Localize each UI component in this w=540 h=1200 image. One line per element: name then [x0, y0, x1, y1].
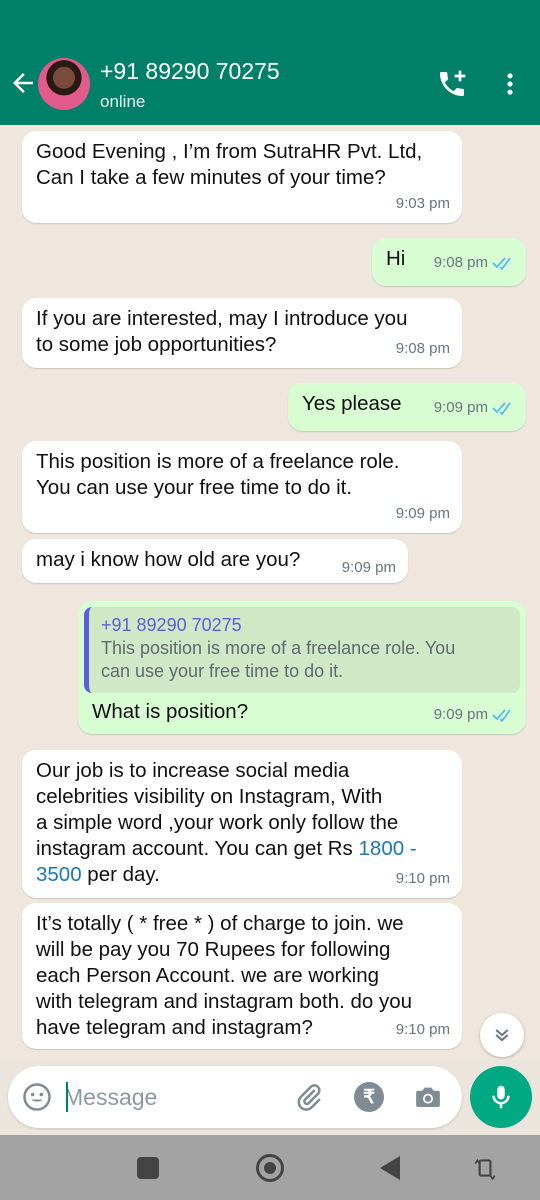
add-call-icon[interactable] — [436, 68, 468, 100]
message-incoming[interactable]: Our job is to increase social media cele… — [22, 750, 462, 898]
message-time: 9:09 pm — [341, 559, 396, 576]
message-text: will be pay you 70 Rupees for following — [36, 938, 391, 961]
message-text: You can use your free time to do it. — [36, 476, 353, 499]
message-outgoing[interactable]: Yes please 9:09 pm — [288, 383, 526, 431]
quoted-sender: +91 89290 70275 — [101, 615, 242, 635]
text-cursor — [66, 1082, 68, 1112]
emoji-icon[interactable] — [22, 1082, 52, 1112]
message-text: with telegram and instagram both. do you — [36, 990, 413, 1013]
read-ticks-icon — [492, 257, 511, 271]
contact-avatar[interactable] — [38, 58, 90, 110]
voice-record-button[interactable] — [470, 1066, 532, 1128]
message-text: to some job opportunities? — [36, 333, 277, 356]
message-time: 9:10 pm — [395, 1021, 450, 1038]
message-time: 9:09 pm — [395, 505, 450, 522]
contact-name[interactable]: +91 89290 70275 — [100, 58, 280, 85]
quoted-text: can use your free time to do it. — [101, 661, 344, 681]
message-time: 9:09 pm — [433, 399, 488, 416]
phone-number-link[interactable]: 3500 — [36, 863, 82, 886]
system-navigation-bar — [0, 1135, 540, 1200]
back-arrow-icon[interactable] — [8, 68, 38, 98]
message-text: celebrities visibility on Instagram, Wit… — [36, 785, 383, 808]
contact-status: online — [100, 92, 146, 111]
message-text: each Person Account. we are working — [36, 964, 379, 987]
message-text: Our job is to increase social media — [36, 759, 350, 782]
message-time: 9:09 pm — [433, 706, 488, 723]
quoted-text: This position is more of a freelance rol… — [101, 638, 456, 658]
read-ticks-icon — [492, 709, 511, 723]
attachment-icon[interactable] — [294, 1082, 324, 1112]
message-time: 9:10 pm — [395, 870, 450, 887]
message-incoming[interactable]: If you are interested, may I introduce y… — [22, 298, 462, 368]
rotate-screen-icon[interactable] — [472, 1155, 498, 1181]
message-text: This position is more of a freelance rol… — [36, 450, 400, 473]
message-text: What is position? — [92, 700, 249, 723]
message-list[interactable]: Good Evening , I’m from SutraHR Pvt. Ltd… — [0, 125, 540, 1060]
message-time: 9:08 pm — [395, 340, 450, 357]
message-time: 9:03 pm — [395, 195, 450, 212]
chat-header: +91 89290 70275 online — [0, 0, 540, 125]
message-input[interactable] — [64, 1079, 284, 1115]
message-incoming[interactable]: It’s totally ( * free * ) of charge to j… — [22, 903, 462, 1049]
message-text: may i know how old are you? — [36, 548, 301, 571]
message-text: per day. — [81, 863, 160, 886]
recent-apps-icon[interactable] — [137, 1157, 159, 1179]
message-text: If you are interested, may I introduce y… — [36, 307, 408, 330]
message-text: Can I take a few minutes of your time? — [36, 166, 386, 189]
microphone-icon — [492, 1085, 510, 1109]
message-time: 9:08 pm — [433, 254, 488, 271]
nav-back-icon[interactable] — [380, 1156, 400, 1180]
message-text: have telegram and instagram? — [36, 1016, 313, 1039]
double-chevron-down-icon — [495, 1029, 509, 1042]
message-incoming[interactable]: may i know how old are you? 9:09 pm — [22, 539, 408, 583]
quoted-message[interactable]: +91 89290 70275 This position is more of… — [84, 607, 520, 693]
message-outgoing-reply[interactable]: +91 89290 70275 This position is more of… — [78, 601, 526, 734]
message-text: instagram account. You can get Rs — [36, 837, 359, 860]
camera-icon[interactable] — [412, 1082, 444, 1112]
message-outgoing[interactable]: Hi 9:08 pm — [372, 238, 526, 286]
message-composer: ₹ — [8, 1066, 462, 1128]
message-text: Good Evening , I’m from SutraHR Pvt. Ltd… — [36, 140, 423, 163]
message-text: It’s totally ( * free * ) of charge to j… — [36, 912, 404, 935]
payment-rupee-icon[interactable]: ₹ — [354, 1082, 384, 1112]
message-incoming[interactable]: This position is more of a freelance rol… — [22, 441, 462, 533]
home-icon[interactable] — [256, 1154, 284, 1182]
read-ticks-icon — [492, 402, 511, 416]
message-incoming[interactable]: Good Evening , I’m from SutraHR Pvt. Ltd… — [22, 131, 462, 223]
scroll-to-bottom-button[interactable] — [480, 1013, 524, 1057]
more-options-icon[interactable] — [496, 68, 524, 100]
message-text: a simple word ,your work only follow the — [36, 811, 399, 834]
phone-number-link[interactable]: 1800 - — [359, 837, 417, 860]
